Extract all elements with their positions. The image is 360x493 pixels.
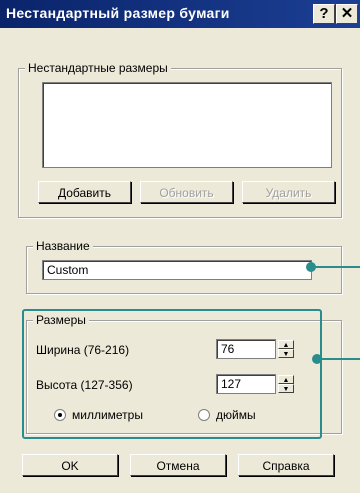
name-input[interactable]: Custom <box>42 260 312 280</box>
cancel-button[interactable]: Отмена <box>130 454 226 476</box>
dimensions-callout-line <box>320 358 360 360</box>
help-button[interactable]: Справка <box>238 454 334 476</box>
help-icon[interactable]: ? <box>313 4 335 24</box>
delete-button[interactable]: Удалить <box>242 181 335 203</box>
paper-size-dialog: Нестандартный размер бумаги ? ✕ Нестанда… <box>0 0 360 493</box>
name-group-label: Название <box>33 239 93 253</box>
custom-sizes-list[interactable] <box>42 82 332 168</box>
dimensions-highlight <box>22 309 322 439</box>
custom-sizes-label: Нестандартные размеры <box>25 61 171 75</box>
close-icon[interactable]: ✕ <box>336 4 358 24</box>
add-button[interactable]: Добавить <box>38 181 131 203</box>
update-button[interactable]: Обновить <box>140 181 233 203</box>
title-bar[interactable]: Нестандартный размер бумаги ? ✕ <box>0 0 360 28</box>
ok-button[interactable]: OK <box>22 454 118 476</box>
name-callout-line <box>314 266 360 268</box>
window-title: Нестандартный размер бумаги <box>6 5 230 21</box>
